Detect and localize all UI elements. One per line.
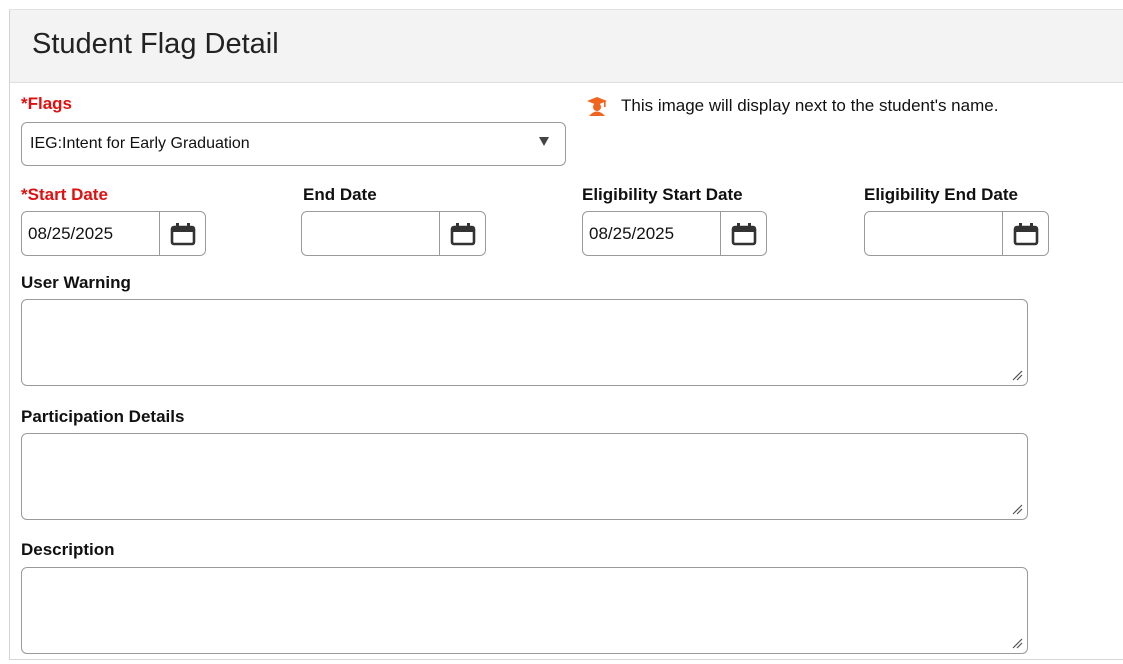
end-date-divider xyxy=(439,212,440,255)
eligibility-start-date-value: 08/25/2025 xyxy=(589,224,675,243)
flags-select[interactable]: IEG:Intent for Early Graduation xyxy=(21,122,566,166)
end-date-field[interactable] xyxy=(301,211,486,256)
calendar-icon[interactable] xyxy=(170,222,196,246)
flags-label: *Flags xyxy=(21,94,73,113)
eligibility-start-date-divider xyxy=(720,212,721,255)
calendar-icon[interactable] xyxy=(731,222,757,246)
description-textarea[interactable] xyxy=(21,567,1028,654)
eligibility-end-date-field[interactable] xyxy=(864,211,1049,256)
end-date-label: End Date xyxy=(303,185,377,204)
panel-header: Student Flag Detail xyxy=(10,10,1123,83)
student-flag-panel: Student Flag Detail *Flags This image wi… xyxy=(9,9,1123,660)
resize-grip-icon[interactable] xyxy=(1011,503,1023,515)
flags-select-value: IEG:Intent for Early Graduation xyxy=(30,135,250,152)
resize-grip-icon[interactable] xyxy=(1011,369,1023,381)
resize-grip-icon[interactable] xyxy=(1011,637,1023,649)
flag-image-hint: This image will display next to the stud… xyxy=(586,95,998,117)
participation-details-label: Participation Details xyxy=(21,407,185,426)
chevron-down-icon xyxy=(539,137,549,146)
user-warning-label: User Warning xyxy=(21,273,131,292)
page-title: Student Flag Detail xyxy=(32,28,279,60)
eligibility-start-date-label: Eligibility Start Date xyxy=(582,185,743,204)
flag-image-hint-text: This image will display next to the stud… xyxy=(621,96,999,115)
calendar-icon[interactable] xyxy=(450,222,476,246)
graduate-icon xyxy=(586,95,608,117)
start-date-divider xyxy=(159,212,160,255)
description-label: Description xyxy=(21,540,115,559)
eligibility-end-date-label: Eligibility End Date xyxy=(864,185,1018,204)
start-date-value: 08/25/2025 xyxy=(28,224,114,243)
calendar-icon[interactable] xyxy=(1013,222,1039,246)
start-date-label: *Start Date xyxy=(21,185,108,204)
participation-details-textarea[interactable] xyxy=(21,433,1028,520)
eligibility-start-date-field[interactable]: 08/25/2025 xyxy=(582,211,767,256)
start-date-field[interactable]: 08/25/2025 xyxy=(21,211,206,256)
eligibility-end-date-divider xyxy=(1002,212,1003,255)
user-warning-textarea[interactable] xyxy=(21,299,1028,386)
